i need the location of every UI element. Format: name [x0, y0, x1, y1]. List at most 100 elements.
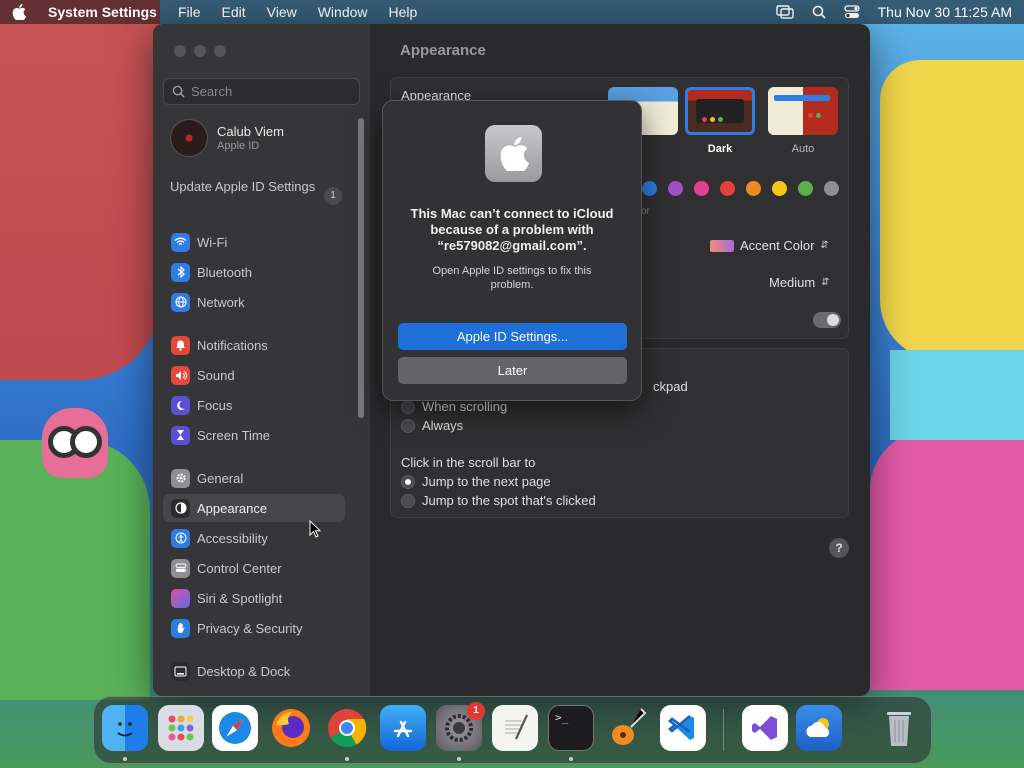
menu-file[interactable]: File — [178, 4, 201, 20]
search-field[interactable] — [163, 78, 360, 105]
dock: 1 >_ — [93, 696, 932, 764]
screen-mirroring-icon[interactable] — [775, 5, 794, 19]
dock-running-indicator — [345, 757, 349, 761]
chevron-updown-icon: ⇵ — [820, 240, 829, 251]
search-input[interactable] — [191, 84, 351, 99]
weather-icon[interactable] — [796, 705, 842, 751]
accent-purple-swatch[interactable] — [668, 181, 683, 196]
help-button[interactable]: ? — [829, 538, 849, 558]
menu-help[interactable]: Help — [389, 4, 418, 20]
sidebar-item-label: Screen Time — [197, 427, 270, 443]
sidebar-item-general[interactable]: General — [163, 464, 345, 492]
vscode-icon[interactable] — [660, 705, 706, 751]
trash-icon[interactable] — [876, 705, 922, 751]
sidebar-item-label: Control Center — [197, 560, 282, 576]
page-title: Appearance — [400, 42, 486, 59]
accent-graphite-swatch[interactable] — [824, 181, 839, 196]
window-controls — [174, 45, 226, 57]
sidebar-item-siri-spotlight[interactable]: Siri & Spotlight — [163, 584, 345, 612]
control-center-icon — [171, 558, 190, 578]
accent-blue-swatch[interactable] — [642, 181, 657, 196]
app-store-icon[interactable] — [380, 705, 426, 751]
later-button[interactable]: Later — [398, 357, 627, 384]
icloud-alert-dialog: This Mac can’t connect to iCloud because… — [382, 100, 642, 401]
highlight-color-popup[interactable]: Accent Color ⇵ — [710, 238, 829, 253]
avatar — [170, 119, 208, 157]
garageband-icon[interactable] — [604, 705, 650, 751]
wifi-icon — [171, 232, 190, 252]
click-jump-to-spot[interactable]: Jump to the spot that's clicked — [401, 493, 596, 508]
sidebar-item-privacy-security[interactable]: Privacy & Security — [163, 614, 345, 642]
update-apple-id-item[interactable]: Update Apple ID Settings 1 — [170, 179, 342, 205]
accent-yellow-swatch[interactable] — [772, 181, 787, 196]
control-center-menubar-icon[interactable] — [843, 5, 860, 19]
dock-separator — [723, 709, 724, 751]
chevron-updown-icon: ⇵ — [821, 277, 830, 288]
radio-jump-to-spot[interactable] — [401, 493, 415, 508]
update-badge: 1 — [324, 187, 342, 205]
show-scroll-bars-partial-label: ckpad — [653, 379, 688, 394]
theme-dark-label: Dark — [707, 143, 733, 155]
radio-jump-next-page[interactable] — [401, 474, 415, 489]
sidebar-item-screen-time[interactable]: Screen Time — [163, 421, 345, 449]
dock-running-indicator — [457, 757, 461, 761]
sidebar-item-focus[interactable]: Focus — [163, 391, 345, 419]
appearance-icon — [171, 498, 190, 518]
alert-message: Open Apple ID settings to fix this probl… — [432, 265, 592, 291]
sidebar-scrollbar[interactable] — [358, 118, 364, 418]
sidebar-item-notifications[interactable]: Notifications — [163, 331, 345, 359]
spotlight-search-icon[interactable] — [812, 5, 826, 19]
radio-label: Jump to the next page — [422, 474, 551, 489]
safari-icon[interactable] — [212, 705, 258, 751]
click-scroll-bar-label: Click in the scroll bar to — [401, 455, 536, 470]
sidebar-item-appearance[interactable]: Appearance — [163, 494, 345, 522]
accent-color-chip — [710, 239, 734, 252]
wallpaper-tinting-toggle[interactable] — [813, 312, 841, 328]
gear-icon — [171, 468, 190, 488]
radio-label: Always — [422, 418, 464, 433]
sidebar-item-label: Sound — [197, 367, 235, 383]
sidebar-item-label: Bluetooth — [197, 264, 252, 280]
finder-icon[interactable] — [102, 705, 148, 751]
sidebar-item-network[interactable]: Network — [163, 288, 345, 316]
click-jump-next-page[interactable]: Jump to the next page — [401, 474, 551, 489]
chrome-icon[interactable] — [324, 705, 370, 751]
show-scroll-always[interactable]: Always — [401, 418, 463, 433]
launchpad-icon[interactable] — [158, 705, 204, 751]
sidebar-icon-size-popup[interactable]: Medium ⇵ — [769, 275, 830, 290]
show-scroll-when-scrolling[interactable]: When scrolling — [401, 399, 507, 414]
sidebar-item-control-center[interactable]: Control Center — [163, 554, 345, 582]
zoom-window-button[interactable] — [214, 45, 226, 57]
theme-auto-thumbnail[interactable] — [768, 87, 838, 135]
bluetooth-icon — [171, 262, 190, 282]
close-window-button[interactable] — [174, 45, 186, 57]
accent-red-swatch[interactable] — [720, 181, 735, 196]
terminal-icon[interactable]: >_ — [548, 705, 594, 751]
sidebar-item-wifi[interactable]: Wi-Fi — [163, 228, 345, 256]
visual-studio-icon[interactable] — [742, 705, 788, 751]
sidebar-item-bluetooth[interactable]: Bluetooth — [163, 258, 345, 286]
menu-app-name[interactable]: System Settings — [48, 4, 157, 20]
firefox-icon[interactable] — [268, 705, 314, 751]
owl-illustration — [42, 408, 108, 478]
accent-pink-swatch[interactable] — [694, 181, 709, 196]
theme-dark-thumbnail[interactable] — [685, 87, 755, 135]
menu-window[interactable]: Window — [318, 4, 368, 20]
apple-id-settings-button[interactable]: Apple ID Settings... — [398, 323, 627, 350]
sidebar-item-sound[interactable]: Sound — [163, 361, 345, 389]
accent-orange-swatch[interactable] — [746, 181, 761, 196]
radio-always[interactable] — [401, 418, 415, 433]
menu-view[interactable]: View — [267, 4, 297, 20]
apple-id-profile[interactable]: Calub Viem Apple ID — [170, 119, 284, 157]
sidebar-item-label: Network — [197, 294, 245, 310]
menu-edit[interactable]: Edit — [222, 4, 246, 20]
minimize-window-button[interactable] — [194, 45, 206, 57]
menubar-clock[interactable]: Thu Nov 30 11:25 AM — [878, 4, 1012, 20]
textedit-icon[interactable] — [492, 705, 538, 751]
radio-label: Jump to the spot that's clicked — [422, 493, 596, 508]
apple-menu-icon[interactable] — [12, 4, 28, 20]
accent-green-swatch[interactable] — [798, 181, 813, 196]
radio-when-scrolling[interactable] — [401, 399, 415, 414]
alert-title: This Mac can’t connect to iCloud because… — [410, 206, 614, 253]
sidebar-item-desktop-dock[interactable]: Desktop & Dock — [163, 657, 345, 685]
